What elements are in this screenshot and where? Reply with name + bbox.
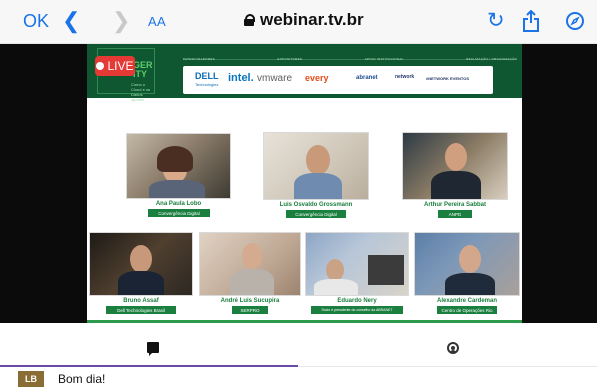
chat-icon[interactable] — [147, 342, 159, 356]
back-chevron-icon[interactable]: ❮ — [62, 8, 80, 34]
video-player[interactable]: GER ITY Como o Cloud e os Dados ajudam L… — [0, 44, 597, 323]
speaker-name: Bruno Assaf — [123, 298, 159, 304]
event-logo-subtitle: Como o Cloud e os Dados ajudam — [131, 82, 151, 102]
url-text: webinar.tv.br — [260, 10, 364, 29]
sponsor-every: every — [305, 73, 329, 83]
share-icon[interactable] — [522, 9, 540, 37]
lock-icon — [244, 14, 255, 26]
sponsor-categories: PATROCINADORES EXPOSITORES APOIO INSTITU… — [183, 56, 517, 62]
speaker-video — [199, 232, 301, 296]
speaker-org: Convergência Digital — [148, 209, 210, 217]
event-logo-title: GER ITY — [133, 60, 153, 79]
sponsor-category: EXPOSITORES — [277, 57, 303, 61]
sponsor-dell: DELL — [195, 71, 219, 81]
ok-button[interactable]: OK — [23, 11, 49, 32]
chat-message-text: Bom dia! — [58, 372, 106, 386]
sponsor-logos: DELL Technologies intel. vmware every ab… — [183, 66, 493, 94]
tab-bar — [0, 323, 597, 367]
sponsor-network-eventos: #NETWORK EVENTOS — [426, 76, 470, 81]
forward-chevron-icon[interactable]: ❯ — [112, 8, 130, 34]
speaker-org: SERPRO — [232, 306, 268, 314]
speaker-name: Eduardo Nery — [337, 298, 377, 304]
speaker-video — [402, 132, 508, 200]
compass-icon[interactable] — [566, 12, 584, 35]
speaker-name: Ana Paula Lobo — [155, 201, 202, 207]
sponsor-intel: intel. — [228, 72, 254, 84]
sponsor-category: REALIZAÇÃO / ORGANIZAÇÃO — [466, 57, 517, 61]
sponsor-dell-sub: Technologies — [195, 82, 219, 87]
avatar: LB — [18, 371, 44, 387]
speaker-org: Sócio e presidente do conselho da ABRANE… — [311, 306, 403, 314]
speaker-name: Arthur Pereira Sabbat — [423, 202, 487, 208]
speaker-org: Dell Technologies Brasil — [106, 306, 176, 314]
reload-icon[interactable]: ↻ — [487, 8, 505, 33]
speaker-video — [263, 132, 369, 200]
sponsor-network: network — [395, 74, 415, 80]
live-label: LIVE — [107, 59, 134, 73]
speaker-name: André Luis Sucupira — [220, 298, 280, 304]
webinar-stage: GER ITY Como o Cloud e os Dados ajudam L… — [87, 44, 522, 323]
speaker-video — [414, 232, 520, 296]
speaker-name: Luis Osvaldo Grossmann — [279, 202, 353, 208]
speaker-org: Centro de Operações Rio — [437, 306, 497, 314]
speaker-org: ANPD — [438, 210, 472, 218]
speaker-name: Alexandre Cardeman — [436, 298, 498, 304]
browser-toolbar: OK ❮ ❯ AA webinar.tv.br ↻ — [0, 0, 597, 44]
speaker-video — [126, 133, 231, 199]
user-icon[interactable] — [447, 342, 459, 354]
sponsor-category: PATROCINADORES — [183, 57, 215, 61]
sponsor-category: APOIO INSTITUCIONAL — [364, 57, 404, 61]
speaker-video — [305, 232, 409, 296]
speaker-org: Convergência Digital — [286, 210, 346, 218]
sponsor-vmware: vmware — [257, 73, 293, 84]
live-badge: LIVE — [95, 56, 135, 76]
chat-message: LB Bom dia! — [0, 367, 597, 389]
live-dot-icon — [96, 62, 105, 70]
text-size-button[interactable]: AA — [148, 14, 166, 29]
sponsor-abranet: abranet — [356, 75, 378, 81]
speaker-video — [89, 232, 193, 296]
event-banner: GER ITY Como o Cloud e os Dados ajudam L… — [87, 44, 522, 102]
address-bar[interactable]: webinar.tv.br — [244, 10, 364, 30]
